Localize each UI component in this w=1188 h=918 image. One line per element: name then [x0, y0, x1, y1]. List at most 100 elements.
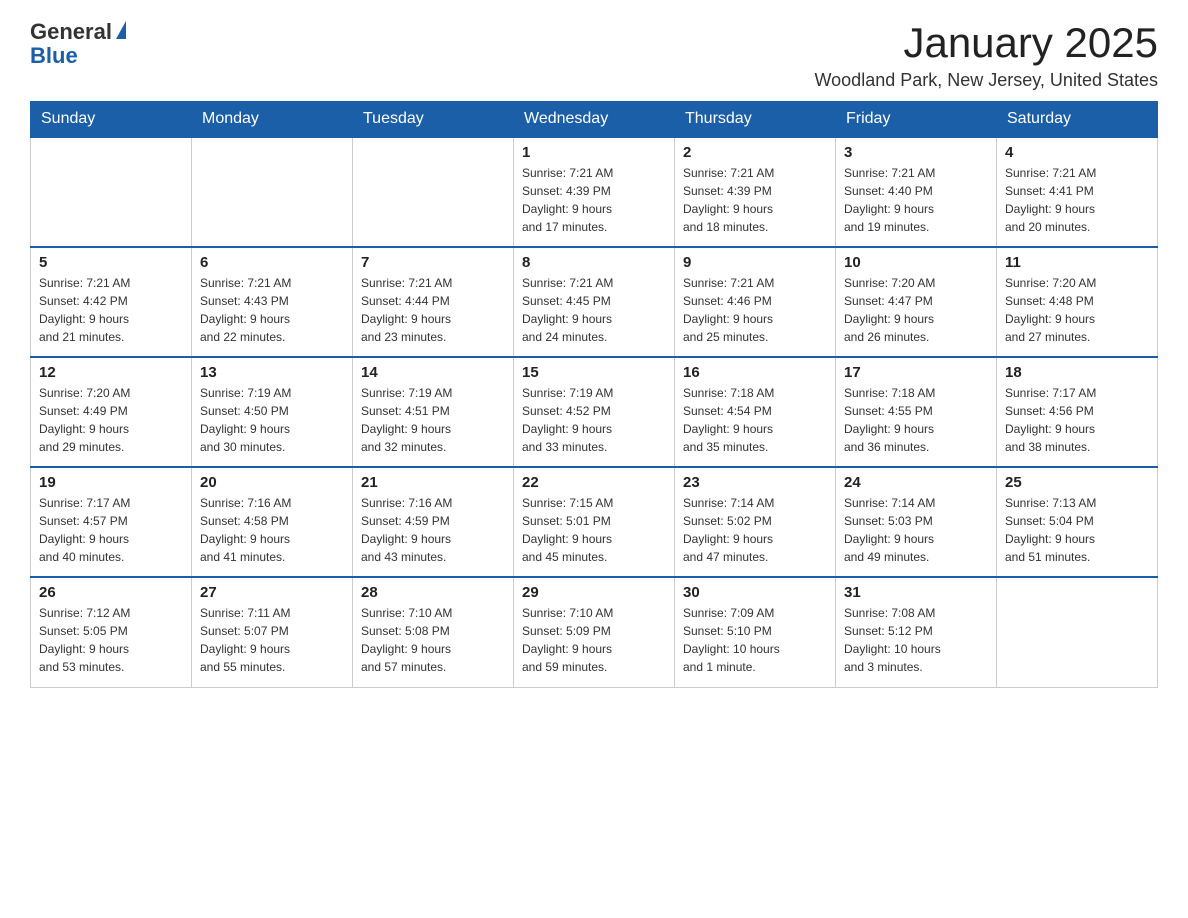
day-number: 24 — [844, 474, 988, 491]
logo-general-text: General — [30, 20, 112, 44]
day-info: Sunrise: 7:16 AM Sunset: 4:59 PM Dayligh… — [361, 494, 505, 566]
calendar-week-row: 12 Sunrise: 7:20 AM Sunset: 4:49 PM Dayli… — [31, 357, 1158, 467]
day-info: Sunrise: 7:21 AM Sunset: 4:46 PM Dayligh… — [683, 274, 827, 346]
day-of-week-header: Tuesday — [353, 102, 514, 138]
day-number: 26 — [39, 584, 183, 601]
day-number: 23 — [683, 474, 827, 491]
calendar-table: SundayMondayTuesdayWednesdayThursdayFrid… — [30, 101, 1158, 688]
calendar-cell: 25 Sunrise: 7:13 AM Sunset: 5:04 PM Dayli… — [997, 467, 1158, 577]
calendar-cell: 4 Sunrise: 7:21 AM Sunset: 4:41 PM Daylig… — [997, 137, 1158, 247]
page-header: General Blue January 2025 Woodland Park,… — [30, 20, 1158, 91]
day-info: Sunrise: 7:14 AM Sunset: 5:03 PM Dayligh… — [844, 494, 988, 566]
day-of-week-header: Saturday — [997, 102, 1158, 138]
day-number: 17 — [844, 364, 988, 381]
calendar-cell: 12 Sunrise: 7:20 AM Sunset: 4:49 PM Dayli… — [31, 357, 192, 467]
day-info: Sunrise: 7:14 AM Sunset: 5:02 PM Dayligh… — [683, 494, 827, 566]
day-number: 11 — [1005, 254, 1149, 271]
calendar-cell: 14 Sunrise: 7:19 AM Sunset: 4:51 PM Dayli… — [353, 357, 514, 467]
calendar-cell: 26Sunrise: 7:12 AM Sunset: 5:05 PM Dayli… — [31, 577, 192, 687]
day-info: Sunrise: 7:18 AM Sunset: 4:55 PM Dayligh… — [844, 384, 988, 456]
day-info: Sunrise: 7:21 AM Sunset: 4:42 PM Dayligh… — [39, 274, 183, 346]
calendar-cell: 11 Sunrise: 7:20 AM Sunset: 4:48 PM Dayli… — [997, 247, 1158, 357]
calendar-cell — [31, 137, 192, 247]
calendar-week-row: 1 Sunrise: 7:21 AM Sunset: 4:39 PM Daylig… — [31, 137, 1158, 247]
day-number: 31 — [844, 584, 988, 601]
logo-blue-text: Blue — [30, 43, 78, 68]
calendar-cell: 6Sunrise: 7:21 AM Sunset: 4:43 PM Daylig… — [192, 247, 353, 357]
day-number: 29 — [522, 584, 666, 601]
day-info: Sunrise: 7:21 AM Sunset: 4:39 PM Dayligh… — [683, 164, 827, 236]
day-info: Sunrise: 7:10 AM Sunset: 5:08 PM Dayligh… — [361, 604, 505, 676]
day-number: 7 — [361, 254, 505, 271]
calendar-week-row: 19 Sunrise: 7:17 AM Sunset: 4:57 PM Dayli… — [31, 467, 1158, 577]
day-number: 8 — [522, 254, 666, 271]
day-info: Sunrise: 7:19 AM Sunset: 4:52 PM Dayligh… — [522, 384, 666, 456]
calendar-cell: 3 Sunrise: 7:21 AM Sunset: 4:40 PM Daylig… — [836, 137, 997, 247]
day-info: Sunrise: 7:11 AM Sunset: 5:07 PM Dayligh… — [200, 604, 344, 676]
calendar-cell: 19 Sunrise: 7:17 AM Sunset: 4:57 PM Dayli… — [31, 467, 192, 577]
day-number: 9 — [683, 254, 827, 271]
calendar-header-row: SundayMondayTuesdayWednesdayThursdayFrid… — [31, 102, 1158, 138]
calendar-cell: 30Sunrise: 7:09 AM Sunset: 5:10 PM Dayli… — [675, 577, 836, 687]
day-info: Sunrise: 7:20 AM Sunset: 4:49 PM Dayligh… — [39, 384, 183, 456]
day-number: 20 — [200, 474, 344, 491]
day-info: Sunrise: 7:08 AM Sunset: 5:12 PM Dayligh… — [844, 604, 988, 676]
calendar-cell: 15Sunrise: 7:19 AM Sunset: 4:52 PM Dayli… — [514, 357, 675, 467]
calendar-cell: 2 Sunrise: 7:21 AM Sunset: 4:39 PM Daylig… — [675, 137, 836, 247]
calendar-cell: 7Sunrise: 7:21 AM Sunset: 4:44 PM Daylig… — [353, 247, 514, 357]
calendar-cell: 9 Sunrise: 7:21 AM Sunset: 4:46 PM Daylig… — [675, 247, 836, 357]
day-number: 12 — [39, 364, 183, 381]
calendar-cell: 21 Sunrise: 7:16 AM Sunset: 4:59 PM Dayli… — [353, 467, 514, 577]
day-number: 22 — [522, 474, 666, 491]
day-of-week-header: Friday — [836, 102, 997, 138]
day-number: 3 — [844, 144, 988, 161]
day-info: Sunrise: 7:20 AM Sunset: 4:47 PM Dayligh… — [844, 274, 988, 346]
day-number: 10 — [844, 254, 988, 271]
day-number: 19 — [39, 474, 183, 491]
day-info: Sunrise: 7:21 AM Sunset: 4:39 PM Dayligh… — [522, 164, 666, 236]
day-info: Sunrise: 7:17 AM Sunset: 4:57 PM Dayligh… — [39, 494, 183, 566]
calendar-cell: 27Sunrise: 7:11 AM Sunset: 5:07 PM Dayli… — [192, 577, 353, 687]
calendar-cell: 1 Sunrise: 7:21 AM Sunset: 4:39 PM Daylig… — [514, 137, 675, 247]
calendar-cell: 10 Sunrise: 7:20 AM Sunset: 4:47 PM Dayli… — [836, 247, 997, 357]
day-info: Sunrise: 7:19 AM Sunset: 4:50 PM Dayligh… — [200, 384, 344, 456]
calendar-cell: 20 Sunrise: 7:16 AM Sunset: 4:58 PM Dayli… — [192, 467, 353, 577]
calendar-cell: 5Sunrise: 7:21 AM Sunset: 4:42 PM Daylig… — [31, 247, 192, 357]
day-number: 21 — [361, 474, 505, 491]
day-number: 14 — [361, 364, 505, 381]
logo: General Blue — [30, 20, 126, 68]
day-info: Sunrise: 7:20 AM Sunset: 4:48 PM Dayligh… — [1005, 274, 1149, 346]
day-info: Sunrise: 7:21 AM Sunset: 4:40 PM Dayligh… — [844, 164, 988, 236]
day-number: 4 — [1005, 144, 1149, 161]
calendar-cell: 22 Sunrise: 7:15 AM Sunset: 5:01 PM Dayli… — [514, 467, 675, 577]
day-info: Sunrise: 7:21 AM Sunset: 4:41 PM Dayligh… — [1005, 164, 1149, 236]
day-info: Sunrise: 7:19 AM Sunset: 4:51 PM Dayligh… — [361, 384, 505, 456]
calendar-cell: 23 Sunrise: 7:14 AM Sunset: 5:02 PM Dayli… — [675, 467, 836, 577]
day-info: Sunrise: 7:09 AM Sunset: 5:10 PM Dayligh… — [683, 604, 827, 676]
day-of-week-header: Wednesday — [514, 102, 675, 138]
day-info: Sunrise: 7:18 AM Sunset: 4:54 PM Dayligh… — [683, 384, 827, 456]
day-of-week-header: Monday — [192, 102, 353, 138]
day-info: Sunrise: 7:15 AM Sunset: 5:01 PM Dayligh… — [522, 494, 666, 566]
day-info: Sunrise: 7:17 AM Sunset: 4:56 PM Dayligh… — [1005, 384, 1149, 456]
calendar-cell: 24 Sunrise: 7:14 AM Sunset: 5:03 PM Dayli… — [836, 467, 997, 577]
calendar-cell: 29 Sunrise: 7:10 AM Sunset: 5:09 PM Dayli… — [514, 577, 675, 687]
title-area: January 2025 Woodland Park, New Jersey, … — [815, 20, 1159, 91]
day-number: 2 — [683, 144, 827, 161]
day-number: 1 — [522, 144, 666, 161]
calendar-cell: 31 Sunrise: 7:08 AM Sunset: 5:12 PM Dayli… — [836, 577, 997, 687]
day-info: Sunrise: 7:16 AM Sunset: 4:58 PM Dayligh… — [200, 494, 344, 566]
day-info: Sunrise: 7:10 AM Sunset: 5:09 PM Dayligh… — [522, 604, 666, 676]
day-number: 13 — [200, 364, 344, 381]
day-of-week-header: Sunday — [31, 102, 192, 138]
day-number: 28 — [361, 584, 505, 601]
calendar-week-row: 26Sunrise: 7:12 AM Sunset: 5:05 PM Dayli… — [31, 577, 1158, 687]
day-info: Sunrise: 7:13 AM Sunset: 5:04 PM Dayligh… — [1005, 494, 1149, 566]
calendar-cell: 8Sunrise: 7:21 AM Sunset: 4:45 PM Daylig… — [514, 247, 675, 357]
calendar-cell: 16Sunrise: 7:18 AM Sunset: 4:54 PM Dayli… — [675, 357, 836, 467]
page-title: January 2025 — [815, 20, 1159, 66]
day-number: 25 — [1005, 474, 1149, 491]
calendar-cell: 13 Sunrise: 7:19 AM Sunset: 4:50 PM Dayli… — [192, 357, 353, 467]
day-number: 6 — [200, 254, 344, 271]
calendar-week-row: 5Sunrise: 7:21 AM Sunset: 4:42 PM Daylig… — [31, 247, 1158, 357]
